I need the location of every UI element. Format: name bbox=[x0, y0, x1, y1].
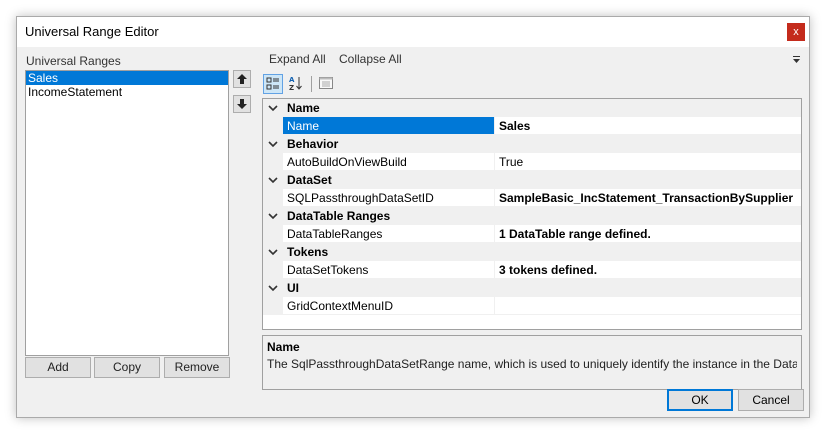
close-icon: x bbox=[793, 26, 799, 38]
property-name[interactable]: DataTableRanges bbox=[283, 225, 494, 243]
move-up-button[interactable] bbox=[233, 70, 251, 88]
category-row[interactable]: Tokens bbox=[263, 243, 801, 261]
chevron-down-icon[interactable] bbox=[268, 139, 278, 149]
universal-range-editor-dialog: Universal Range Editor x Universal Range… bbox=[16, 16, 810, 418]
category-row[interactable]: DataSet bbox=[263, 171, 801, 189]
move-down-button[interactable] bbox=[233, 95, 251, 113]
alphabetical-button[interactable]: A Z bbox=[287, 74, 307, 94]
row-gutter bbox=[263, 153, 283, 171]
property-name[interactable]: GridContextMenuID bbox=[283, 297, 494, 315]
category-row[interactable]: Behavior bbox=[263, 135, 801, 153]
property-value[interactable]: SampleBasic_IncStatement_TransactionBySu… bbox=[494, 189, 801, 207]
property-row[interactable]: Name Sales bbox=[263, 117, 801, 135]
property-value[interactable]: 3 tokens defined. bbox=[494, 261, 801, 279]
collapse-all-link[interactable]: Collapse All bbox=[339, 52, 402, 66]
property-row[interactable]: SQLPassthroughDataSetID SampleBasic_IncSt… bbox=[263, 189, 801, 207]
categorized-icon bbox=[266, 77, 279, 90]
categorized-button[interactable] bbox=[263, 74, 283, 94]
category-row[interactable]: DataTable Ranges bbox=[263, 207, 801, 225]
copy-button[interactable]: Copy bbox=[94, 357, 160, 378]
property-value[interactable]: True bbox=[494, 153, 801, 171]
category-label: UI bbox=[287, 281, 299, 295]
property-pages-icon bbox=[319, 77, 333, 89]
category-label: DataTable Ranges bbox=[287, 209, 391, 223]
property-grid-panel: Expand All Collapse All A Z Name Name Sa… bbox=[261, 47, 803, 390]
property-row[interactable]: DataTableRanges 1 DataTable range defined… bbox=[263, 225, 801, 243]
category-row[interactable]: Name bbox=[263, 99, 801, 117]
svg-text:Z: Z bbox=[289, 84, 294, 92]
chevron-down-icon[interactable] bbox=[268, 283, 278, 293]
property-value[interactable]: 1 DataTable range defined. bbox=[494, 225, 801, 243]
property-grid[interactable]: Name Name Sales Behavior AutoBuildOnViewBuil… bbox=[262, 98, 802, 330]
arrow-down-icon bbox=[237, 99, 247, 109]
toolbar-separator bbox=[311, 76, 312, 92]
category-label: Tokens bbox=[287, 245, 329, 259]
add-button[interactable]: Add bbox=[25, 357, 91, 378]
title-bar: Universal Range Editor x bbox=[17, 17, 809, 47]
row-gutter bbox=[263, 225, 283, 243]
toolbar-menu-icon[interactable] bbox=[793, 55, 801, 65]
cancel-button[interactable]: Cancel bbox=[738, 389, 804, 411]
remove-button[interactable]: Remove bbox=[164, 357, 230, 378]
property-value[interactable]: Sales bbox=[494, 117, 801, 135]
row-gutter bbox=[263, 117, 283, 135]
row-gutter bbox=[263, 189, 283, 207]
property-value[interactable] bbox=[494, 297, 801, 315]
chevron-down-icon[interactable] bbox=[268, 211, 278, 221]
grid-command-bar: Expand All Collapse All bbox=[261, 47, 803, 71]
property-pages-button[interactable] bbox=[317, 74, 337, 94]
category-label: DataSet bbox=[287, 173, 332, 187]
chevron-down-icon[interactable] bbox=[268, 103, 278, 113]
property-name[interactable]: Name bbox=[283, 117, 494, 135]
chevron-down-icon[interactable] bbox=[268, 175, 278, 185]
property-row[interactable]: DataSetTokens 3 tokens defined. bbox=[263, 261, 801, 279]
property-row[interactable]: GridContextMenuID bbox=[263, 297, 801, 315]
property-grid-toolbar: A Z bbox=[261, 72, 803, 96]
category-row[interactable]: UI bbox=[263, 279, 801, 297]
property-row[interactable]: AutoBuildOnViewBuild True bbox=[263, 153, 801, 171]
row-gutter bbox=[263, 261, 283, 279]
property-name[interactable]: DataSetTokens bbox=[283, 261, 494, 279]
universal-ranges-list[interactable]: Sales IncomeStatement bbox=[25, 70, 229, 356]
description-text: The SqlPassthroughDataSetRange name, whi… bbox=[267, 357, 797, 371]
svg-text:A: A bbox=[289, 76, 295, 84]
description-title: Name bbox=[267, 340, 300, 354]
ok-button[interactable]: OK bbox=[667, 389, 733, 411]
window-title: Universal Range Editor bbox=[25, 24, 159, 39]
expand-all-link[interactable]: Expand All bbox=[269, 52, 326, 66]
chevron-down-icon[interactable] bbox=[268, 247, 278, 257]
property-name[interactable]: AutoBuildOnViewBuild bbox=[283, 153, 494, 171]
property-name[interactable]: SQLPassthroughDataSetID bbox=[283, 189, 494, 207]
range-list-item[interactable]: IncomeStatement bbox=[26, 85, 228, 99]
alphabetical-sort-icon: A Z bbox=[289, 76, 302, 92]
category-label: Name bbox=[287, 101, 320, 115]
category-label: Behavior bbox=[287, 137, 339, 151]
description-panel: Name The SqlPassthroughDataSetRange name… bbox=[262, 335, 802, 390]
universal-ranges-label: Universal Ranges bbox=[26, 54, 121, 68]
row-gutter bbox=[263, 297, 283, 315]
close-button[interactable]: x bbox=[787, 23, 805, 41]
arrow-up-icon bbox=[237, 74, 247, 84]
range-list-item[interactable]: Sales bbox=[26, 71, 228, 85]
